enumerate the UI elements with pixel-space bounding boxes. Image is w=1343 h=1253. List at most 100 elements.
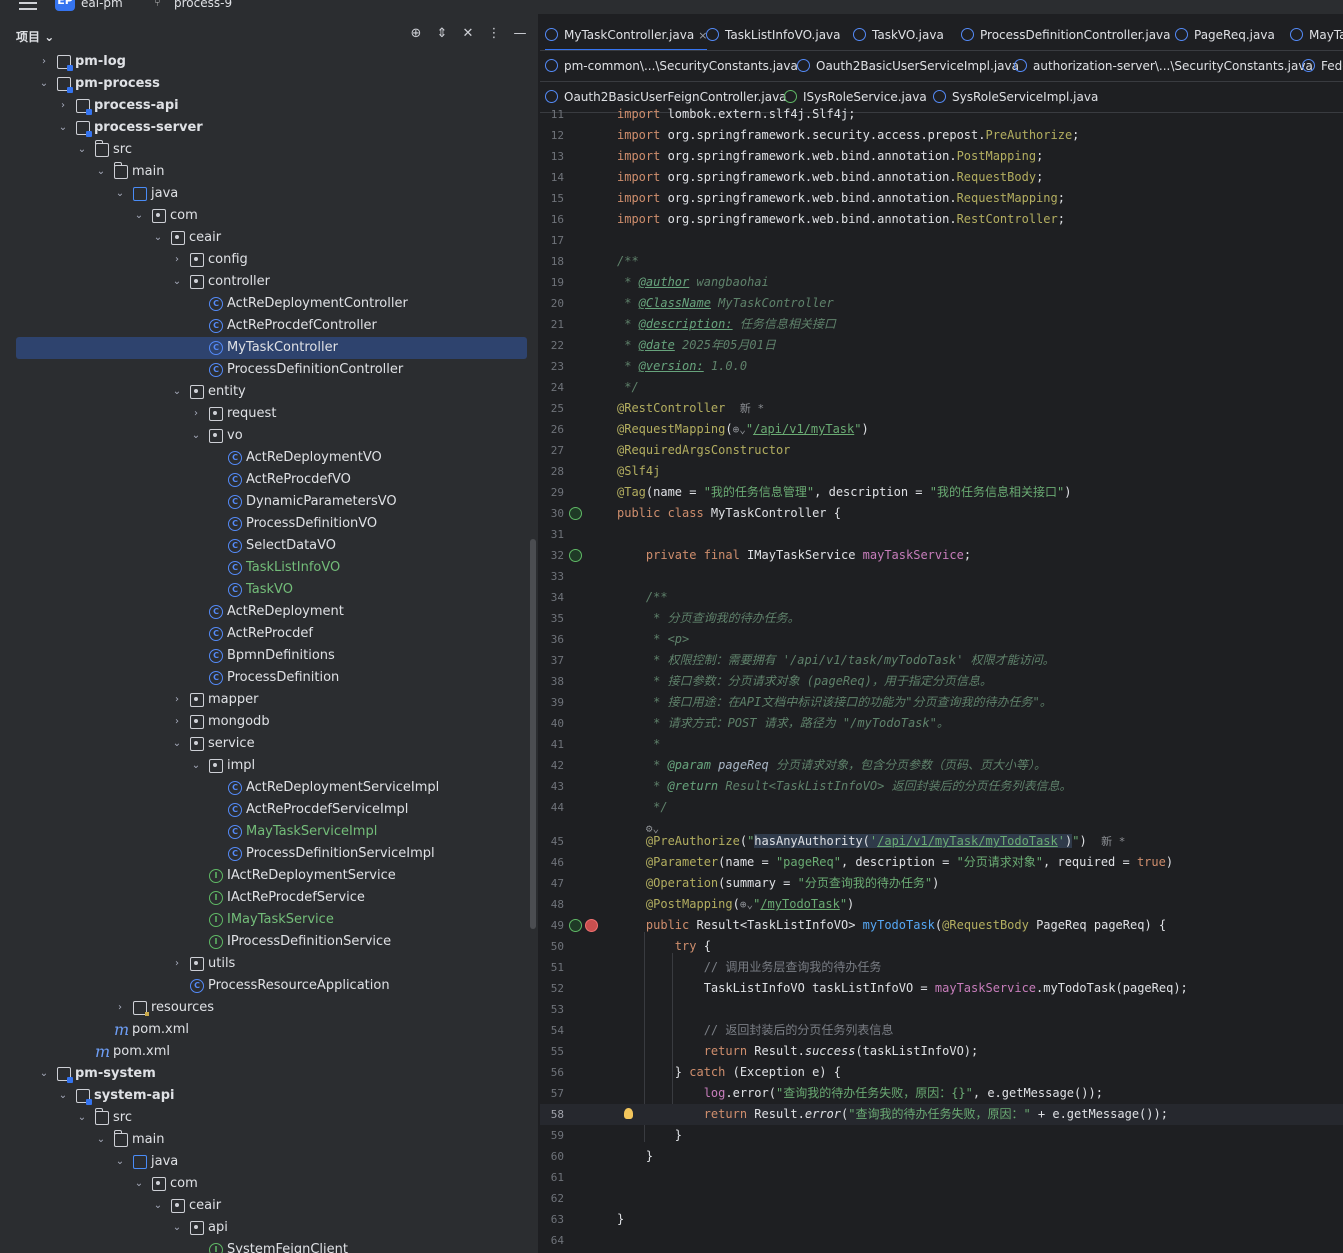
tree-item-actredeploymentvo[interactable]: C ActReDeploymentVO	[0, 447, 538, 469]
chevron-down-icon[interactable]: ⌄	[95, 1129, 107, 1151]
more-options-icon[interactable]: ⋮	[487, 26, 501, 41]
tree-item-actredeployment[interactable]: C ActReDeployment	[0, 601, 538, 623]
code-line[interactable]: 43 * @return Result<TaskListInfoVO> 返回封装…	[540, 776, 1343, 797]
line-number[interactable]: 20	[540, 293, 564, 314]
line-number[interactable]: 57	[540, 1083, 564, 1104]
tree-item-systemfeignclient[interactable]: I SystemFeignClient	[0, 1239, 538, 1253]
code-line[interactable]: 61	[540, 1167, 1343, 1188]
line-number[interactable]: 42	[540, 755, 564, 776]
tree-item-actreprocdefcontroller[interactable]: C ActReProcdefController	[0, 315, 538, 337]
editor-tab[interactable]: MayTa	[1290, 20, 1343, 50]
tree-item-processdefinitionvo[interactable]: C ProcessDefinitionVO	[0, 513, 538, 535]
code-line[interactable]: 30 public class MyTaskController {	[540, 503, 1343, 524]
expand-all-icon[interactable]: ⇕	[435, 26, 449, 41]
code-line[interactable]: 34 /**	[540, 587, 1343, 608]
editor-tab[interactable]: Oauth2BasicUserServiceImpl.java	[797, 51, 1019, 81]
tree-item-utils[interactable]: › utils	[0, 953, 538, 975]
code-line[interactable]: 45 @PreAuthorize("hasAnyAuthority('/api/…	[540, 831, 1343, 852]
chevron-down-icon[interactable]: ⌄	[76, 139, 88, 161]
implemented-gutter-icon[interactable]	[569, 507, 582, 520]
code-line[interactable]: 47 @Operation(summary = "分页查询我的待办任务")	[540, 873, 1343, 894]
tree-item-pom-xml[interactable]: m pom.xml	[0, 1019, 538, 1041]
code-line[interactable]: 37 * 权限控制：需要拥有 '/api/v1/task/myTodoTask'…	[540, 650, 1343, 671]
code-line[interactable]: 64	[540, 1230, 1343, 1251]
chevron-down-icon[interactable]: ⌄	[57, 117, 69, 139]
tree-item-request[interactable]: › request	[0, 403, 538, 425]
line-number[interactable]: 18	[540, 251, 564, 272]
chevron-down-icon[interactable]: ⌄	[133, 1173, 145, 1195]
code-line[interactable]: 51 // 调用业务层查询我的待办任务	[540, 957, 1343, 978]
tree-item-main[interactable]: ⌄ main	[0, 161, 538, 183]
code-line[interactable]: 33	[540, 566, 1343, 587]
tree-item-vo[interactable]: ⌄ vo	[0, 425, 538, 447]
chevron-right-icon[interactable]: ›	[171, 711, 183, 733]
editor-tab[interactable]: MyTaskController.java ×	[545, 20, 708, 50]
line-number[interactable]: 19	[540, 272, 564, 293]
code-line[interactable]: 32 private final IMayTaskService mayTask…	[540, 545, 1343, 566]
implemented-gutter-icon[interactable]	[569, 549, 582, 562]
code-line[interactable]: 48 @PostMapping(⊕⌄"/myTodoTask")	[540, 894, 1343, 915]
tree-item-processdefinitionserviceimpl[interactable]: C ProcessDefinitionServiceImpl	[0, 843, 538, 865]
tree-scrollbar[interactable]	[530, 539, 536, 929]
code-line[interactable]: 57 log.error("查询我的待办任务失败，原因：{}", e.getMe…	[540, 1083, 1343, 1104]
line-number[interactable]: 23	[540, 356, 564, 377]
tree-item-actreprocdefserviceimpl[interactable]: C ActReProcdefServiceImpl	[0, 799, 538, 821]
code-line[interactable]: 53	[540, 999, 1343, 1020]
chevron-down-icon[interactable]: ⌄	[152, 1195, 164, 1217]
collapse-all-icon[interactable]: ✕	[461, 26, 475, 41]
chevron-down-icon[interactable]: ⌄	[152, 227, 164, 249]
project-panel-title[interactable]: 项目 ⌄	[16, 28, 54, 45]
chevron-right-icon[interactable]: ›	[171, 689, 183, 711]
tree-item-pom-xml[interactable]: m pom.xml	[0, 1041, 538, 1063]
code-line[interactable]: 22 * @date 2025年05月01日	[540, 335, 1343, 356]
tree-item-selectdatavo[interactable]: C SelectDataVO	[0, 535, 538, 557]
line-number[interactable]: 61	[540, 1167, 564, 1188]
line-number[interactable]: 30	[540, 503, 564, 524]
tree-item-ceair[interactable]: ⌄ ceair	[0, 1195, 538, 1217]
code-line[interactable]: 50 try {	[540, 936, 1343, 957]
code-line[interactable]: 62	[540, 1188, 1343, 1209]
code-line[interactable]: 46 @Parameter(name = "pageReq", descript…	[540, 852, 1343, 873]
code-line[interactable]: 29 @Tag(name = "我的任务信息管理", description = …	[540, 482, 1343, 503]
chevron-right-icon[interactable]: ›	[114, 997, 126, 1019]
line-number[interactable]: 29	[540, 482, 564, 503]
code-line[interactable]: 21 * @description: 任务信息相关接口	[540, 314, 1343, 335]
chevron-right-icon[interactable]: ›	[171, 249, 183, 271]
line-number[interactable]: 13	[540, 146, 564, 167]
code-line[interactable]: 26 @RequestMapping(⊕⌄"/api/v1/myTask")	[540, 419, 1343, 440]
tree-item-com[interactable]: ⌄ com	[0, 1173, 538, 1195]
editor-tab[interactable]: TaskVO.java	[853, 20, 944, 50]
code-line[interactable]: 54 // 返回封装后的分页任务列表信息	[540, 1020, 1343, 1041]
tree-item-java[interactable]: ⌄ java	[0, 1151, 538, 1173]
tree-item-imaytaskservice[interactable]: I IMayTaskService	[0, 909, 538, 931]
line-number[interactable]: 51	[540, 957, 564, 978]
tree-item-com[interactable]: ⌄ com	[0, 205, 538, 227]
code-line[interactable]: 25 @RestController 新 *	[540, 398, 1343, 419]
line-number[interactable]: 43	[540, 776, 564, 797]
line-number[interactable]: 11	[540, 104, 564, 125]
code-line[interactable]: 60 }	[540, 1146, 1343, 1167]
tree-item-resources[interactable]: › resources	[0, 997, 538, 1019]
line-number[interactable]: 40	[540, 713, 564, 734]
line-number[interactable]: 25	[540, 398, 564, 419]
line-number[interactable]: 56	[540, 1062, 564, 1083]
project-badge[interactable]: EP	[55, 0, 75, 11]
tree-item-impl[interactable]: ⌄ impl	[0, 755, 538, 777]
line-number[interactable]: 39	[540, 692, 564, 713]
chevron-down-icon[interactable]: ⌄	[38, 1063, 50, 1085]
line-number[interactable]: 53	[540, 999, 564, 1020]
line-number[interactable]: 12	[540, 125, 564, 146]
code-line[interactable]: 35 * 分页查询我的待办任务。	[540, 608, 1343, 629]
code-line[interactable]: 14 import org.springframework.web.bind.an…	[540, 167, 1343, 188]
tree-item-pm-log[interactable]: › pm-log	[0, 51, 538, 73]
line-number[interactable]: 15	[540, 188, 564, 209]
code-line[interactable]: 52 TaskListInfoVO taskListInfoVO = mayTa…	[540, 978, 1343, 999]
line-number[interactable]: 26	[540, 419, 564, 440]
line-number[interactable]: 49	[540, 915, 564, 936]
line-number[interactable]: 17	[540, 230, 564, 251]
chevron-down-icon[interactable]: ⌄	[38, 73, 50, 95]
line-number[interactable]: 31	[540, 524, 564, 545]
chevron-down-icon[interactable]: ⌄	[114, 183, 126, 205]
endpoint-gutter-icon[interactable]	[585, 919, 598, 932]
line-number[interactable]: 22	[540, 335, 564, 356]
